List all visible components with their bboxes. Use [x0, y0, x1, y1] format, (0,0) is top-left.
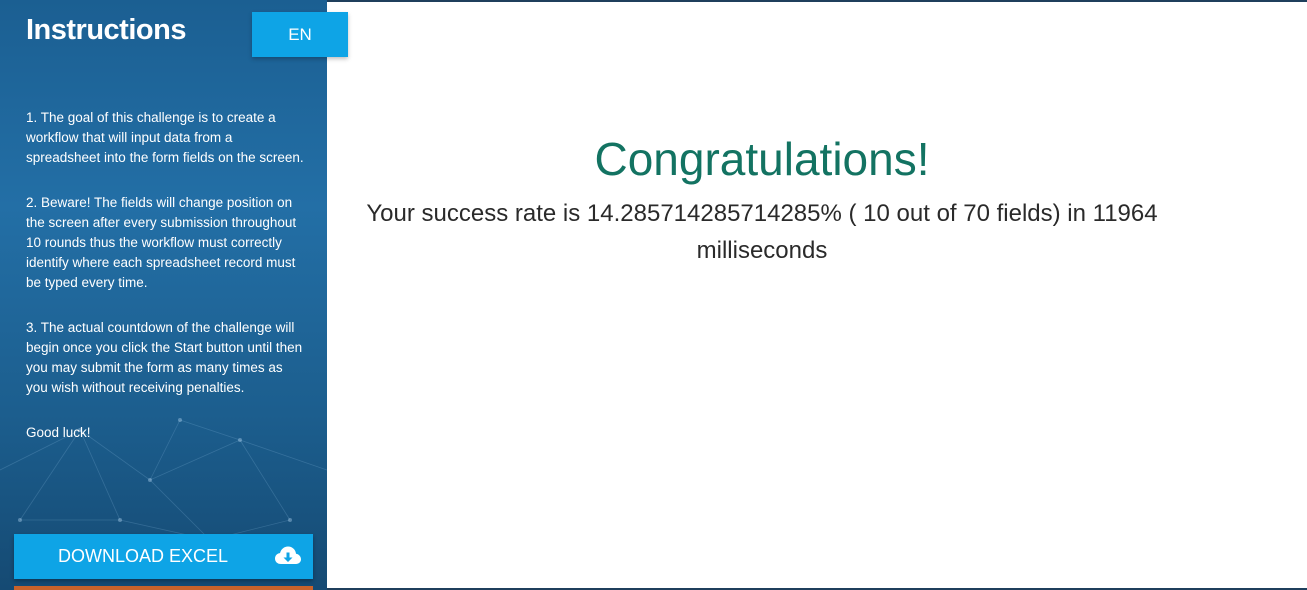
main-content: Congratulations! Your success rate is 14…: [327, 0, 1307, 590]
sidebar-title: Instructions: [26, 14, 186, 46]
instruction-step-3: 3. The actual countdown of the challenge…: [26, 320, 303, 395]
download-excel-label: DOWNLOAD EXCEL: [58, 546, 229, 566]
download-excel-button[interactable]: DOWNLOAD EXCEL: [14, 534, 313, 579]
success-rate-text: Your success rate is 14.285714285714285%…: [366, 200, 1158, 264]
cloud-download-icon: [275, 546, 301, 564]
language-button[interactable]: EN: [252, 12, 348, 57]
instructions-list: 1. The goal of this challenge is to crea…: [26, 108, 306, 468]
good-luck-text: Good luck!: [26, 425, 91, 440]
instructions-sidebar: Instructions 1. The goal of this challen…: [0, 0, 327, 590]
instruction-step-1: 1. The goal of this challenge is to crea…: [26, 110, 304, 165]
instruction-step-2: 2. Beware! The fields will change positi…: [26, 195, 297, 290]
bottom-accent-strip: [14, 586, 313, 590]
congratulations-heading: Congratulations!: [594, 133, 930, 185]
page: Instructions 1. The goal of this challen…: [0, 0, 1307, 590]
